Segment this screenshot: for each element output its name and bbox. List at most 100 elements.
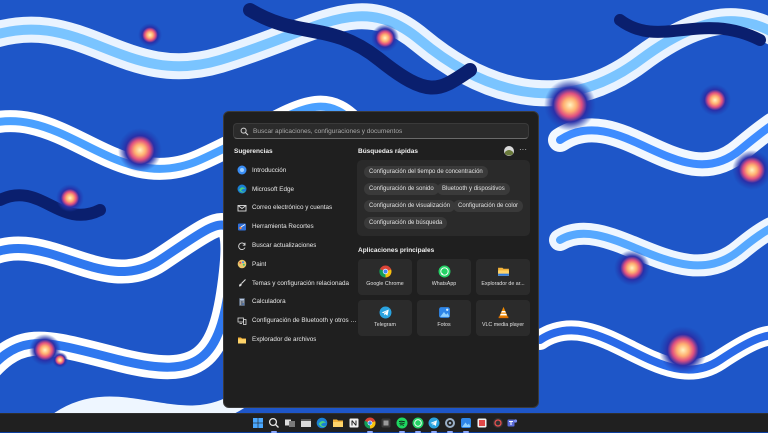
app-label: VLC media player [481, 322, 525, 328]
whatsapp-icon [412, 417, 424, 429]
suggestion-label: Explorador de archivos [252, 336, 317, 344]
paint-icon [237, 260, 247, 269]
mail-icon [237, 205, 247, 212]
folder-icon [238, 337, 246, 344]
suggestion-label: Paint [252, 260, 267, 268]
suggestions-list: Introducción Microsoft Edge Correo elect… [234, 161, 359, 349]
suggestion-bluetooth[interactable]: Configuración de Bluetooth y otros dis..… [234, 311, 359, 330]
app-tile-chrome[interactable]: Google Chrome [358, 259, 412, 295]
whatsapp-icon [438, 265, 450, 278]
profile-avatar[interactable] [504, 146, 514, 156]
taskbar-teams[interactable] [506, 417, 518, 429]
chrome-icon [364, 417, 376, 429]
quick-search-chip[interactable]: Configuración de color [453, 200, 524, 212]
suggestion-label: Correo electrónico y cuentas [252, 204, 333, 212]
office-icon [477, 418, 487, 428]
app-icon [493, 418, 503, 428]
taskbar-chrome[interactable] [364, 417, 376, 433]
photos-icon [438, 307, 450, 318]
bluetooth-devices-icon [237, 317, 247, 325]
quick-search-chip[interactable]: Configuración de visualización [364, 200, 456, 212]
suggestion-label: Calculadora [252, 298, 286, 306]
suggestion-recortes[interactable]: Herramienta Recortes [234, 217, 359, 236]
edge-icon [316, 417, 328, 429]
telegram-icon [428, 417, 440, 429]
quick-search-chip[interactable]: Bluetooth y dispositivos [437, 183, 510, 195]
telegram-icon [379, 306, 391, 319]
app-tile-photos[interactable]: Fotos [417, 300, 471, 336]
top-apps-title: Aplicaciones principales [358, 247, 435, 254]
quick-search-chip[interactable]: Configuración de sonido [364, 183, 439, 195]
vlc-icon [498, 306, 508, 319]
suggestion-introduccion[interactable]: Introducción [234, 161, 359, 180]
suggestions-title: Sugerencias [234, 148, 273, 155]
suggestion-explorador[interactable]: Explorador de archivos [234, 330, 359, 349]
app-label: Fotos [437, 322, 451, 328]
taskbar-folder[interactable] [332, 417, 344, 429]
more-options-button[interactable]: ··· [517, 145, 529, 157]
taskbar-photos[interactable] [460, 417, 472, 433]
suggestion-calculadora[interactable]: Calculadora [234, 293, 359, 312]
taskbar-whatsapp[interactable] [412, 417, 424, 433]
refresh-icon [238, 242, 246, 250]
suggestion-label: Microsoft Edge [252, 185, 294, 193]
chrome-icon [378, 265, 391, 278]
folder-icon [333, 419, 343, 427]
app-label: Google Chrome [366, 281, 404, 287]
suggestion-label: Herramienta Recortes [252, 223, 314, 231]
notion-icon [349, 418, 359, 428]
taskbar-app-2[interactable] [492, 417, 504, 429]
suggestion-actualizaciones[interactable]: Buscar actualizaciones [234, 236, 359, 255]
search-icon [268, 417, 279, 428]
settings-icon [445, 418, 455, 428]
app-tile-whatsapp[interactable]: WhatsApp [417, 259, 471, 295]
suggestion-label: Introducción [252, 166, 287, 174]
spotify-icon [396, 417, 408, 429]
task-view-button[interactable] [284, 417, 296, 429]
suggestion-microsoft-edge[interactable]: Microsoft Edge [234, 180, 359, 199]
app-icon [381, 418, 391, 428]
task-view-icon [285, 419, 295, 427]
taskbar-app[interactable] [380, 417, 392, 429]
introduction-icon [237, 165, 247, 175]
taskbar-office[interactable] [476, 417, 488, 429]
suggestion-label: Buscar actualizaciones [252, 242, 317, 250]
app-label: Explorador de ar... [481, 281, 525, 287]
folder-icon [497, 267, 509, 276]
taskbar-notion[interactable] [348, 417, 360, 429]
suggestion-label: Temas y configuración relacionada [252, 279, 349, 287]
taskbar-spotify[interactable] [396, 417, 408, 433]
search-input[interactable] [249, 124, 528, 138]
quick-search-chip[interactable]: Configuración del tiempo de concentració… [364, 166, 488, 178]
suggestion-label: Configuración de Bluetooth y otros dis..… [252, 317, 359, 325]
windows-start-button[interactable] [252, 417, 264, 429]
taskbar-edge[interactable] [316, 417, 328, 429]
snipping-tool-icon [238, 223, 246, 231]
taskbar-search-button[interactable] [268, 417, 280, 433]
windows-start-icon [253, 418, 263, 428]
quick-search-chip[interactable]: Configuración de búsqueda [364, 217, 448, 229]
search-icon [240, 127, 249, 135]
photos-icon [461, 418, 471, 428]
teams-icon [507, 419, 518, 427]
app-tile-telegram[interactable]: Telegram [358, 300, 412, 336]
suggestion-correo[interactable]: Correo electrónico y cuentas [234, 199, 359, 218]
app-tile-vlc[interactable]: VLC media player [476, 300, 530, 336]
suggestion-paint[interactable]: Paint [234, 255, 359, 274]
app-label: Telegram [374, 322, 396, 328]
brush-icon [239, 279, 246, 287]
edge-icon [237, 184, 247, 194]
calculator-icon [239, 297, 245, 306]
quick-searches-title: Búsquedas rápidas [358, 148, 418, 155]
app-tile-file-explorer[interactable]: Explorador de ar... [476, 259, 530, 295]
search-flyout: Sugerencias Búsquedas rápidas ··· Introd… [223, 111, 539, 408]
taskbar-settings[interactable] [444, 417, 456, 433]
app-label: WhatsApp [431, 281, 457, 287]
search-box[interactable] [233, 123, 529, 139]
suggestion-temas[interactable]: Temas y configuración relacionada [234, 274, 359, 293]
taskbar-file-explorer[interactable] [300, 417, 312, 429]
taskbar-telegram[interactable] [428, 417, 440, 433]
taskbar [0, 413, 768, 433]
quick-searches-panel: Configuración del tiempo de concentració… [357, 160, 530, 236]
file-explorer-icon [301, 419, 311, 427]
